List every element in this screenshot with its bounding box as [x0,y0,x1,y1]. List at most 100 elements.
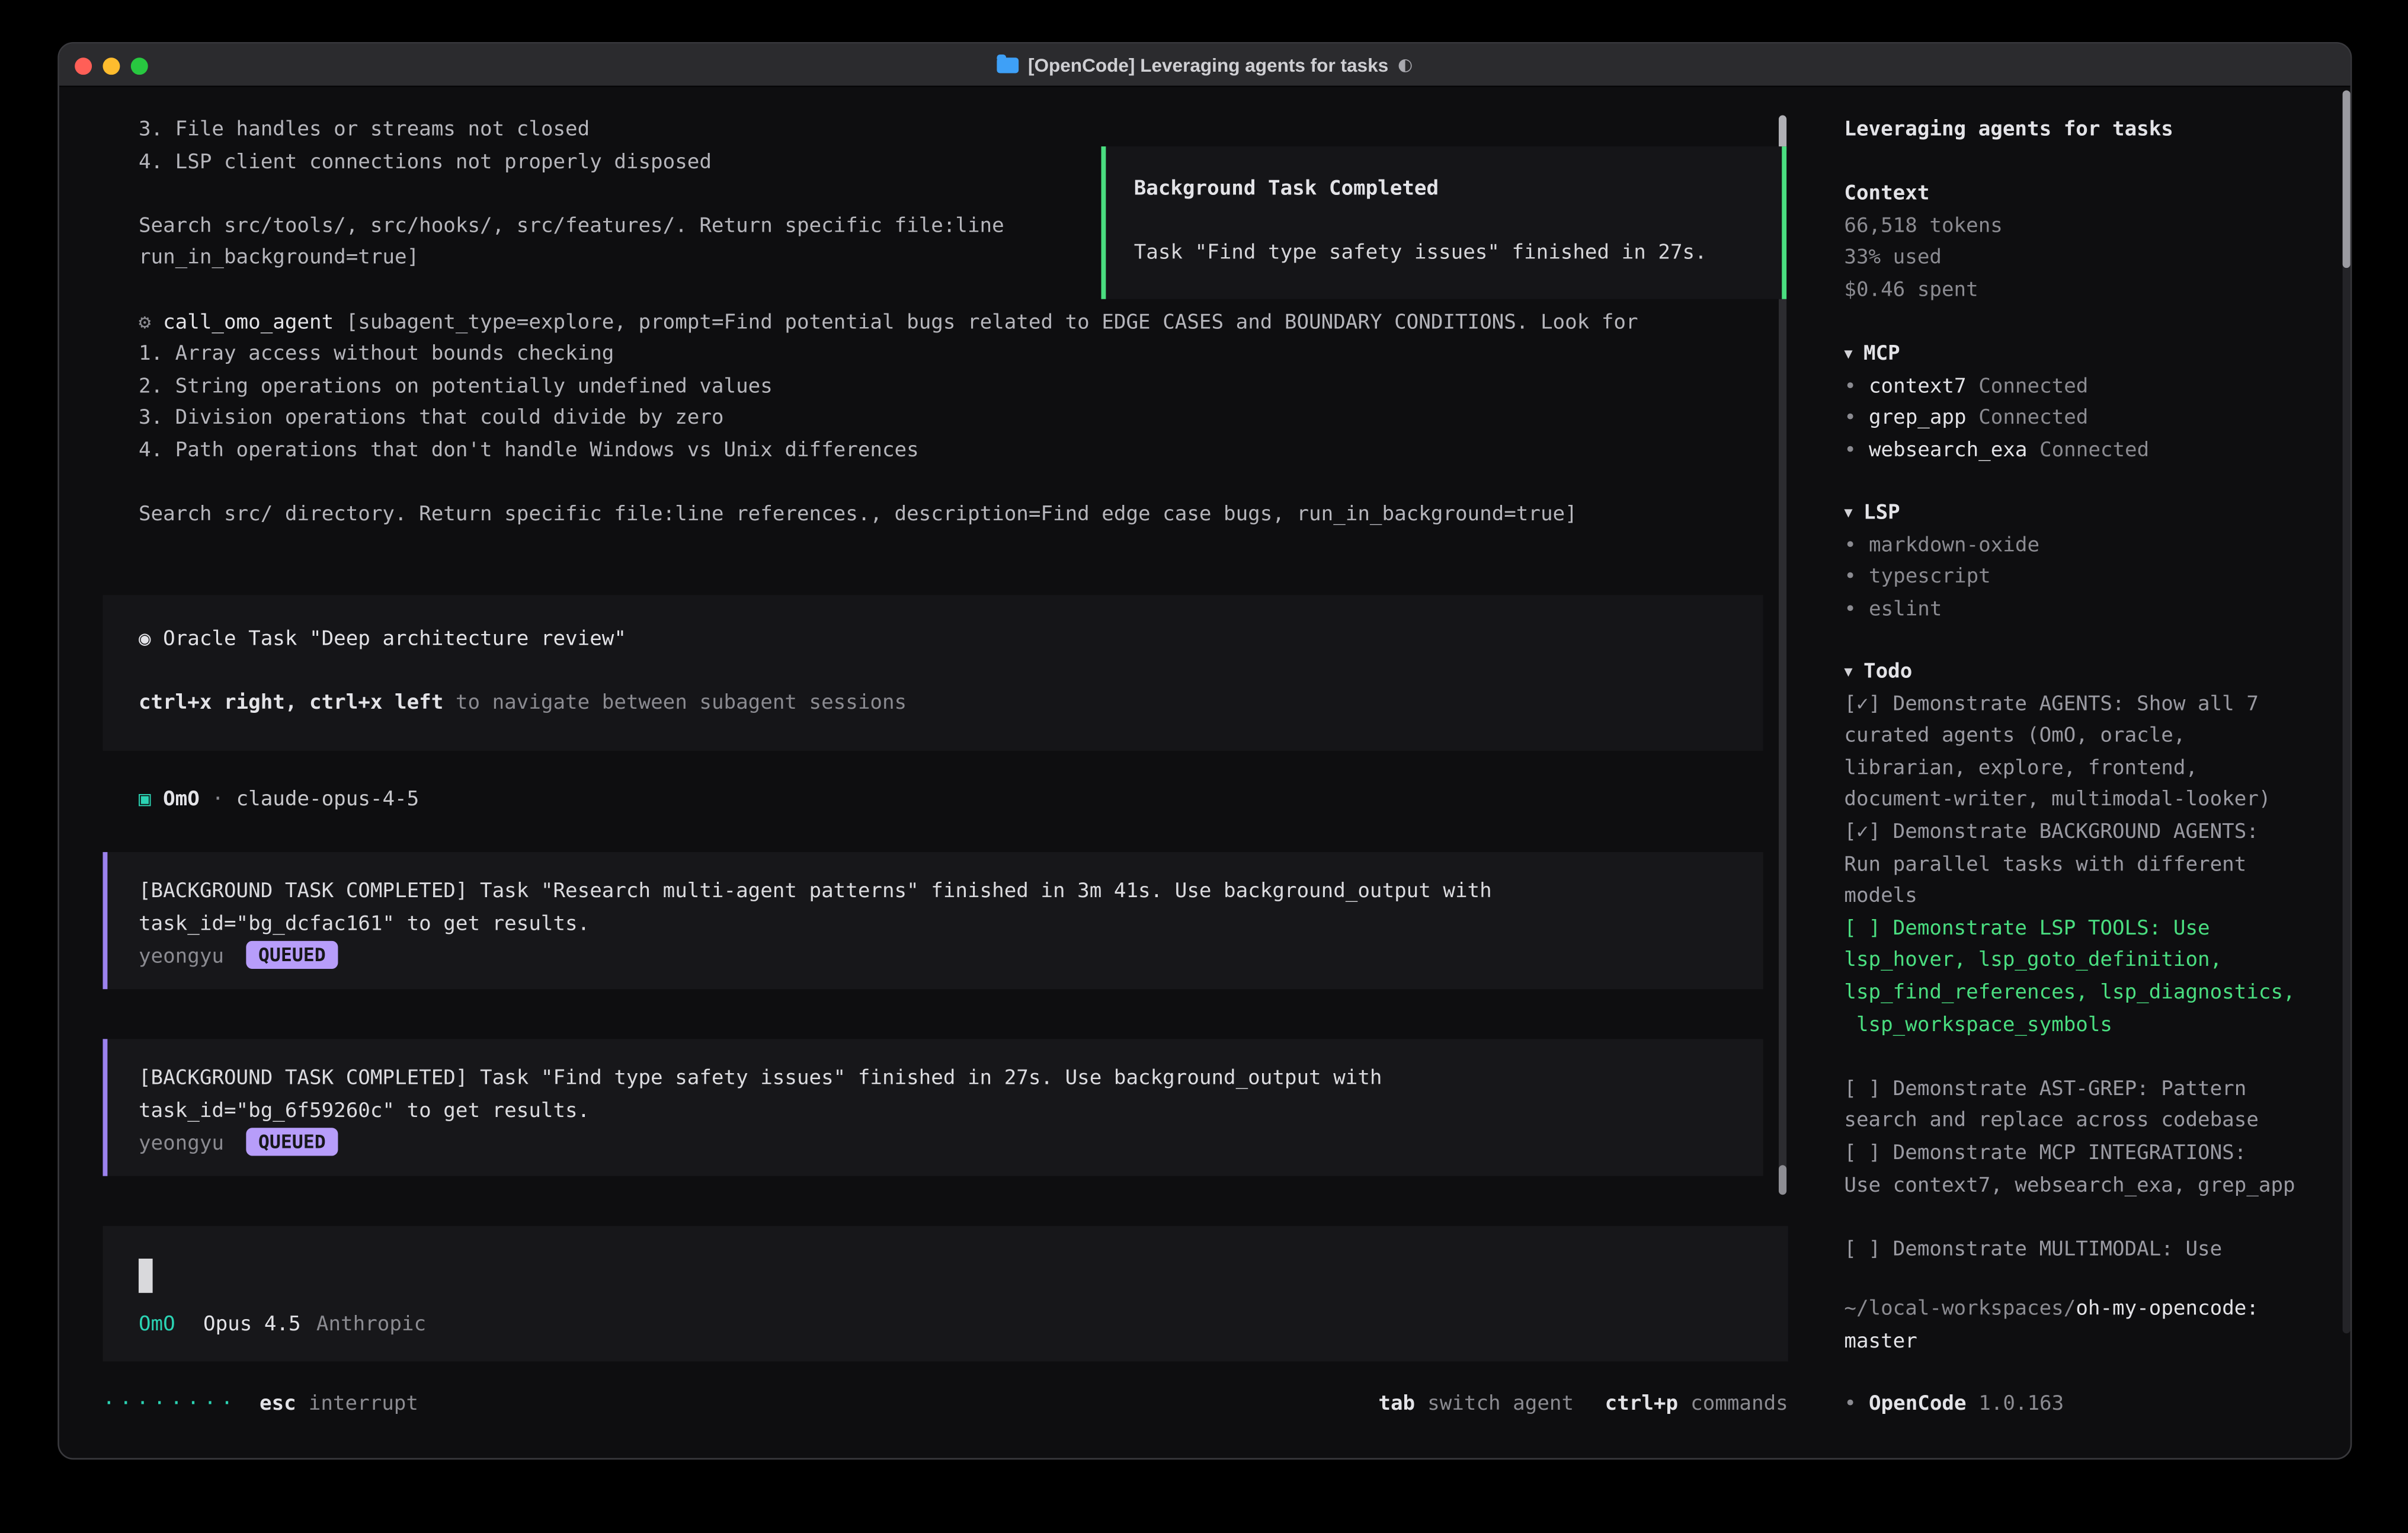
app-version: 1.0.163 [1978,1393,2064,1416]
message-line: [BACKGROUND TASK COMPLETED] Task "Find t… [139,1064,1763,1096]
mcp-item: • websearch_exa Connected [1844,436,2352,468]
todo-line: document-writer, multimodal-looker) [1844,786,2352,818]
todo-line: [ ] Demonstrate LSP TOOLS: Use [1844,914,2352,946]
desktop: [OpenCode] Leveraging agents for tasks ◐… [0,0,2408,1533]
section-header-lsp[interactable]: ▼LSP [1844,498,2352,530]
todo-section: ▼Todo [✓] Demonstrate AGENTS: Show all 7… [1844,657,2352,1267]
triangle-down-icon: ▼ [1844,340,1852,372]
terminal-log-line: 1. Array access without bounds checking [139,340,1783,372]
mcp-item: •context7 Connected [1844,372,2352,404]
agent-name: OmO [163,788,200,811]
lsp-item-name: typescript [1869,566,1991,589]
mcp-item-status: Connected [1978,407,2088,430]
message-line: [BACKGROUND TASK COMPLETED] Task "Resear… [139,877,1763,909]
message-line: task_id="bg_dcfac161" to get results. [139,909,1763,941]
lsp-item: •typescript [1844,562,2352,594]
context-used: 33% used [1844,244,2352,276]
app-version-footer: •OpenCode 1.0.163 [1844,1390,2352,1422]
input-provider-label: Anthropic [316,1314,426,1337]
todo-line: Use context7, websearch_exa, grep_app [1844,1170,2352,1202]
lsp-item-name: eslint [1869,598,1942,621]
sidebar-scrollbar[interactable] [2343,90,2351,1333]
todo-item-pending: [ ] Demonstrate AST-GREP: Pattern search… [1844,1074,2352,1138]
mcp-item-status: Connected [2039,439,2149,462]
mcp-header-label: MCP [1863,343,1900,366]
message-author: yeongyu [139,1133,224,1156]
terminal-log-line: 2. String operations on potentially unde… [139,372,1783,404]
tool-args: [subagent_type=explore, prompt=Find pote… [346,311,1638,334]
todo-spacer [1844,1042,2352,1074]
esc-key-label: interrupt [309,1393,418,1416]
terminal-log-line: 3. File handles or streams not closed [139,116,1783,148]
toast-spacer [1134,207,1756,239]
input-meta: OmOOpus 4.5Anthropic [139,1311,426,1343]
background-task-message: [BACKGROUND TASK COMPLETED] Task "Find t… [103,1039,1763,1176]
gear-icon: ⚙ [139,311,151,334]
sidebar-title: Leveraging agents for tasks [1844,116,2352,148]
lsp-item-name: markdown-oxide [1869,534,2039,557]
todo-line: [✓] Demonstrate AGENTS: Show all 7 [1844,689,2352,721]
input-model-label: Opus 4.5 [203,1314,301,1337]
queued-badge: QUEUED [246,941,338,969]
mcp-item-name: grep_app [1869,407,1967,430]
separator-dot: · [200,788,236,811]
mcp-item-name: websearch_exa [1869,439,2027,462]
todo-line: Run parallel tasks with different [1844,850,2352,882]
todo-line: [ ] Demonstrate MCP INTEGRATIONS: [1844,1138,2352,1170]
todo-line: [✓] Demonstrate BACKGROUND AGENTS: [1844,818,2352,850]
todo-line: [ ] Demonstrate MULTIMODAL: Use [1844,1235,2352,1267]
prompt-input[interactable]: OmOOpus 4.5Anthropic [103,1226,1788,1362]
window-title-text: [OpenCode] Leveraging agents for tasks [1028,49,1388,81]
esc-key-hint: esc [260,1393,296,1416]
triangle-down-icon: ▼ [1844,657,1852,689]
queued-badge: QUEUED [246,1128,338,1156]
todo-line: lsp_find_references, lsp_diagnostics, [1844,978,2352,1010]
todo-item-done: [✓] Demonstrate BACKGROUND AGENTS: Run p… [1844,818,2352,914]
hint-text: to navigate between subagent sessions [443,692,907,715]
toast-title: Background Task Completed [1134,174,1756,206]
message-author: yeongyu [139,946,224,969]
bullet-icon: • [1844,598,1856,621]
background-task-toast: Background Task Completed Task "Find typ… [1101,146,1786,299]
todo-line: curated agents (OmO, oracle, [1844,722,2352,754]
workspace-path: ~/local-workspaces/ [1844,1298,2076,1321]
workspace-path-line: ~/local-workspaces/oh-my-opencode: [1844,1294,2352,1326]
context-section: Context 66,518 tokens 33% used $0.46 spe… [1844,179,2352,308]
oracle-task-title-line: ◉ Oracle Task "Deep architecture review" [139,625,1763,657]
tool-call-line: ⚙ call_omo_agent [subagent_type=explore,… [139,308,1783,340]
sidebar-scrollbar-thumb[interactable] [2343,90,2351,268]
hint-keys: ctrl+x right, ctrl+x left [139,692,443,715]
tool-name: call_omo_agent [163,311,334,334]
main-scrollbar-thumb-bottom[interactable] [1779,1165,1786,1195]
mcp-section: ▼MCP •context7 Connected •grep_app Conne… [1844,340,2352,468]
oracle-hint-line: ctrl+x right, ctrl+x left to navigate be… [139,689,1763,721]
agent-session-header: ▣ OmO · claude-opus-4-5 [139,785,419,817]
mcp-item-status: Connected [1978,375,2088,398]
oracle-task-panel: ◉ Oracle Task "Deep architecture review"… [103,595,1763,751]
folder-icon [997,57,1019,73]
oracle-task-title: Oracle Task "Deep architecture review" [163,628,626,651]
lsp-item: • eslint [1844,595,2352,627]
message-meta: yeongyu QUEUED [139,941,1763,973]
bullet-icon: • [1844,375,1856,398]
oracle-spacer [139,657,1763,689]
sidebar: Leveraging agents for tasks Context 66,5… [1844,44,2352,1458]
context-header: Context [1844,179,2352,211]
app-name: OpenCode [1869,1393,1967,1416]
bullet-icon: • [1844,534,1856,557]
todo-item-active: [ ] Demonstrate LSP TOOLS: Use lsp_hover… [1844,914,2352,1042]
tab-key-label: switch agent [1427,1393,1574,1416]
bullet-icon: • [1844,439,1856,462]
spinner-dots: ········ [103,1393,238,1416]
toast-body: Task "Find type safety issues" finished … [1134,239,1756,271]
agent-model: claude-opus-4-5 [236,788,420,811]
terminal-log-line: Search src/ directory. Return specific f… [139,500,1783,532]
fisheye-icon: ◉ [139,628,151,651]
terminal-log-line: 4. Path operations that don't handle Win… [139,436,1783,468]
todo-item-pending: [ ] Demonstrate MULTIMODAL: Use [1844,1235,2352,1267]
section-header-todo[interactable]: ▼Todo [1844,657,2352,689]
status-left: ········ esc interrupt [103,1390,418,1422]
section-header-mcp[interactable]: ▼ MCP [1844,340,2352,372]
todo-item-done: [✓] Demonstrate AGENTS: Show all 7 curat… [1844,689,2352,818]
mcp-item: •grep_app Connected [1844,404,2352,436]
